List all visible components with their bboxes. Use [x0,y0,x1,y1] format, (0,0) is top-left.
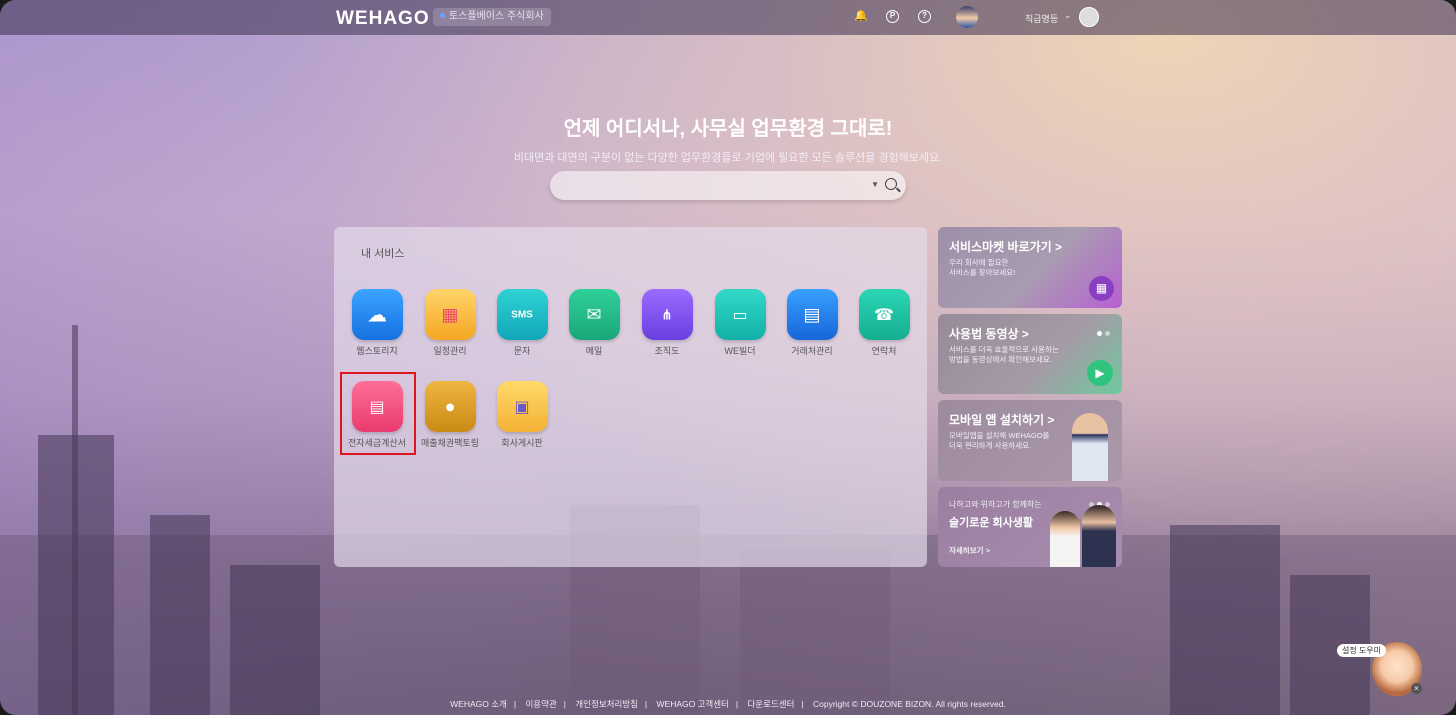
logo-text: WEHAGO [336,8,430,29]
service-market-card[interactable]: 서비스마켓 바로가기 > 우리 회사에 필요한 서비스를 찾아보세요! ▦ [938,227,1122,308]
company-name: 토스플베이스 주식회사 [449,11,544,22]
app-factoring[interactable]: ● 매출채권팩토링 [415,381,485,449]
footer: WEHAGO 소개 | 이용약관 | 개인정보처리방침 | WEHAGO 고객센터 | … [450,699,1006,709]
footer-copyright: Copyright © DOUZONE BIZON. All rights re… [813,699,1006,709]
search-dropdown-icon[interactable]: ▼ [871,180,879,189]
app-label: 회사게시판 [501,438,543,448]
businessman-image [1072,413,1108,481]
app-client-management[interactable]: ▤ 거래처관리 [777,289,847,357]
point-icon[interactable]: P [886,10,899,23]
building [230,565,320,715]
client-building-icon: ▤ [786,289,838,340]
search-bar[interactable]: ▼ [550,171,906,200]
contacts-phone-icon: ☎ [858,289,910,340]
card-description: 방법을 동영상에서 확인해보세요. [949,355,1052,364]
company-board-icon: ▣ [496,381,548,432]
top-navigation-bar [0,0,1456,35]
help-icon[interactable]: ? [918,10,931,23]
company-selector[interactable]: 토스플베이스 주식회사 [433,8,551,26]
cloud-storage-icon: ☁ [351,289,403,340]
mobile-app-card[interactable]: 모바일 앱 설치하기 > 모바일앱을 설치해 WEHAGO를 더욱 편리하게 사… [938,400,1122,481]
username[interactable]: 직급명등 [1025,12,1058,25]
org-chart-icon: ⋔ [641,289,693,340]
footer-link-about[interactable]: WEHAGO 소개 [450,699,507,709]
card-title: 사용법 동영상 > [949,327,1029,341]
smart-office-card[interactable]: 나하고와 위하고가 함께하는 슬기로운 회사생활 자세히보기 > [938,487,1122,567]
app-schedule[interactable]: ▦ 일정관리 [415,289,485,357]
setup-helper-label[interactable]: 설정 도우미 [1337,644,1387,657]
building [740,550,890,715]
user-avatar[interactable] [1079,7,1099,27]
app-label: WE빌더 [724,346,756,356]
we-builder-icon: ▭ [714,289,766,340]
store-icon: ▦ [1089,276,1114,301]
app-label: 연락처 [871,346,897,356]
footer-link-support[interactable]: WEHAGO 고객센터 [657,699,729,709]
app-label: 거래처관리 [791,346,833,356]
building [1170,525,1280,715]
panel-title: 내 서비스 [361,248,405,260]
company-dot-icon [440,13,445,18]
footer-link-terms[interactable]: 이용약관 [525,699,556,709]
search-input[interactable] [564,177,864,194]
desktop-background: WEHAGO 토스플베이스 주식회사 🔔 P ? 직급명등 ⌄ 언제 어디서나,… [0,0,1456,715]
app-contacts[interactable]: ☎ 연락처 [849,289,919,357]
app-sms[interactable]: SMS 문자 [487,289,557,357]
app-label: 문자 [513,346,531,356]
app-company-board[interactable]: ▣ 회사게시판 [487,381,557,449]
app-label: 조직도 [654,346,680,356]
footer-link-download[interactable]: 다운로드센터 [747,699,794,709]
search-icon[interactable] [885,178,897,190]
card-description: 모바일앱을 설치해 WEHAGO를 [949,431,1050,440]
card-subtitle: 나하고와 위하고가 함께하는 [949,500,1042,509]
app-label: 일정관리 [433,346,467,356]
hero-title: 언제 어디서나, 사무실 업무환경 그대로! [563,118,893,140]
app-org-chart[interactable]: ⋔ 조직도 [632,289,702,357]
details-link[interactable]: 자세히보기 > [949,546,990,556]
app-label: 매출채권팩토링 [421,438,479,448]
hero-subtitle: 비대면과 대면의 구분이 없는 다양한 업무환경들로 기업에 필요한 모든 솔루… [513,152,943,164]
card-description: 더욱 편리하게 사용하세요. [949,441,1032,450]
app-web-storage[interactable]: ☁ 웹스토리지 [342,289,412,357]
card-description: 서비스를 찾아보세요! [949,268,1016,277]
app-label: 웹스토리지 [356,346,398,356]
factoring-toad-icon: ● [424,381,476,432]
chevron-down-icon[interactable]: ⌄ [1064,10,1072,21]
carousel-dots[interactable] [1094,323,1110,341]
building [150,515,210,715]
selection-highlight [340,372,416,455]
footer-link-privacy[interactable]: 개인정보처리방침 [575,699,638,709]
card-title: 서비스마켓 바로가기 > [949,240,1063,254]
wehago-logo[interactable]: WEHAGO [336,8,430,30]
app-mail[interactable]: ✉ 메일 [559,289,629,357]
profile-avatar[interactable] [956,6,978,28]
card-title: 모바일 앱 설치하기 > [949,413,1055,427]
app-label: 메일 [585,346,603,356]
businessman-image [1082,505,1116,567]
tutorial-video-card[interactable]: 사용법 동영상 > 서비스를 더욱 효율적으로 사용하는 방법을 동영상에서 확… [938,314,1122,394]
bell-icon[interactable]: 🔔 [854,10,868,23]
calendar-icon: ▦ [424,289,476,340]
play-icon: ▶ [1087,360,1113,386]
building-spire [72,325,78,715]
card-description: 우리 회사에 필요한 [949,258,1009,267]
card-title: 슬기로운 회사생활 [949,517,1034,529]
app-we-builder[interactable]: ▭ WE빌더 [705,289,775,357]
businesswoman-image [1050,511,1080,567]
mail-icon: ✉ [568,289,620,340]
card-description: 서비스를 더욱 효율적으로 사용하는 [949,345,1059,354]
sms-icon: SMS [496,289,548,340]
close-icon[interactable]: × [1411,683,1422,694]
